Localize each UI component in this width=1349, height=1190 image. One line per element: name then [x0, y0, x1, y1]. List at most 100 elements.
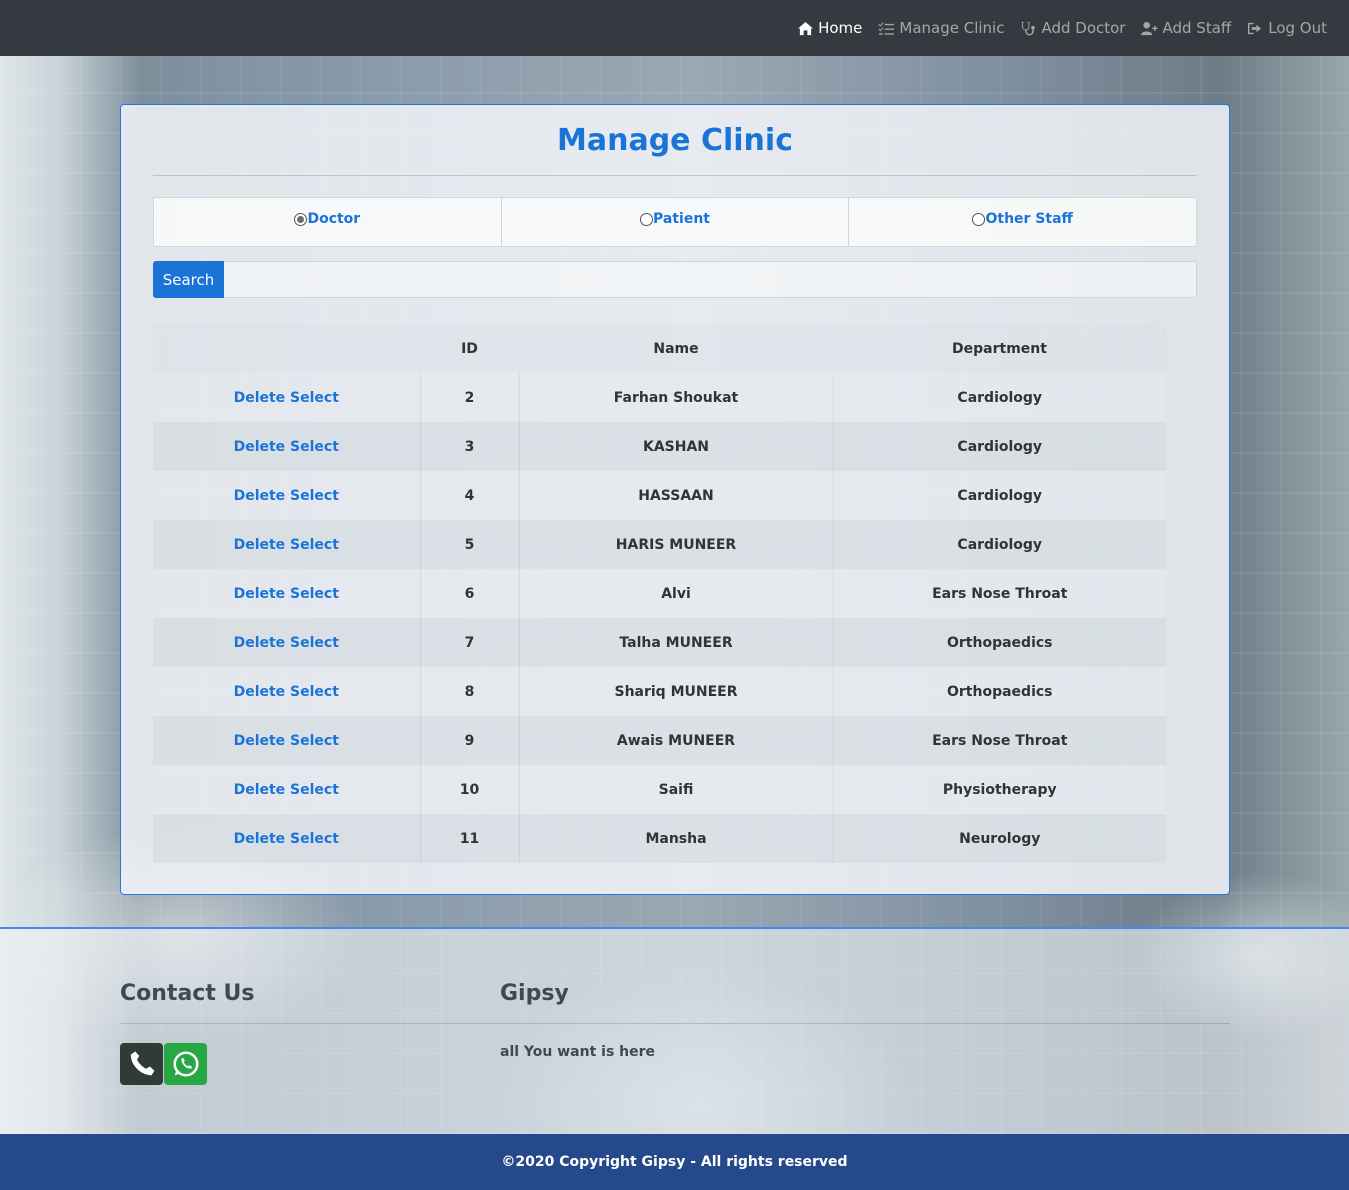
row-department: Physiotherapy	[833, 765, 1166, 814]
user-plus-icon	[1141, 21, 1158, 35]
row-id: 7	[420, 618, 520, 667]
row-name: Shariq MUNEER	[519, 667, 834, 716]
header-action	[153, 324, 420, 373]
search-input[interactable]	[224, 261, 1197, 298]
manage-clinic-card: Manage Clinic Doctor Patient Other Staff…	[120, 104, 1230, 895]
row-id: 4	[420, 471, 520, 520]
whatsapp-icon	[173, 1051, 198, 1077]
row-department: Ears Nose Throat	[833, 716, 1166, 765]
sign-out-icon	[1248, 22, 1262, 34]
brand-text: all You want is here	[500, 1044, 656, 1060]
radio-doctor[interactable]: Doctor	[154, 198, 502, 246]
header-name: Name	[519, 324, 833, 373]
header-id: ID	[420, 324, 519, 373]
nav-manage-clinic-label: Manage Clinic	[899, 19, 1005, 37]
radio-doctor-circle[interactable]	[294, 213, 308, 226]
row-department: Cardiology	[833, 422, 1166, 471]
table-row: Delete Select 3 KASHAN Cardiology	[153, 422, 1166, 471]
radio-other-staff[interactable]: Other Staff	[849, 198, 1196, 246]
search-bar: Search	[153, 261, 1197, 298]
header-department: Department	[833, 324, 1166, 373]
row-name: KASHAN	[519, 422, 834, 471]
row-name: Mansha	[519, 814, 834, 863]
row-name: Farhan Shoukat	[519, 373, 834, 422]
nav-home[interactable]: Home	[797, 19, 862, 37]
table-row: Delete Select 10 Saifi Physiotherapy	[153, 765, 1166, 814]
table-row: Delete Select 9 Awais MUNEER Ears Nose T…	[153, 716, 1166, 765]
row-department: Orthopaedics	[833, 667, 1166, 716]
table-row: Delete Select 8 Shariq MUNEER Orthopaedi…	[153, 667, 1166, 716]
whatsapp-button[interactable]	[164, 1043, 207, 1085]
nav-log-out-label: Log Out	[1268, 19, 1327, 37]
radio-patient-label: Patient	[653, 211, 710, 227]
delete-select-link[interactable]: Delete Select	[234, 635, 339, 651]
top-navbar: Home Manage Clinic Add Doctor Add Staff …	[0, 0, 1349, 56]
radio-patient[interactable]: Patient	[502, 198, 850, 246]
row-name: Awais MUNEER	[519, 716, 834, 765]
stethoscope-icon	[1022, 21, 1036, 36]
row-id: 2	[420, 373, 520, 422]
row-name: Talha MUNEER	[519, 618, 834, 667]
delete-select-link[interactable]: Delete Select	[234, 488, 339, 504]
table-row: Delete Select 5 HARIS MUNEER Cardiology	[153, 520, 1166, 569]
delete-select-link[interactable]: Delete Select	[234, 537, 339, 553]
row-id: 9	[420, 716, 520, 765]
copyright-bar: ©2020 Copyright Gipsy - All rights reser…	[0, 1134, 1349, 1190]
table-row: Delete Select 2 Farhan Shoukat Cardiolog…	[153, 373, 1166, 422]
nav-add-doctor-label: Add Doctor	[1041, 19, 1126, 37]
delete-select-link[interactable]: Delete Select	[234, 831, 339, 847]
page-title: Manage Clinic	[557, 123, 793, 158]
search-button[interactable]: Search	[153, 261, 224, 298]
doctor-table: ID Name Department Delete Select 2 Farha…	[153, 324, 1166, 863]
table-row: Delete Select 11 Mansha Neurology	[153, 814, 1166, 863]
nav-add-staff[interactable]: Add Staff	[1141, 19, 1231, 37]
list-check-icon	[878, 21, 895, 35]
nav-log-out[interactable]: Log Out	[1247, 19, 1327, 37]
row-department: Cardiology	[833, 373, 1166, 422]
row-department: Cardiology	[833, 471, 1166, 520]
phone-button[interactable]	[120, 1043, 163, 1085]
home-icon	[798, 21, 814, 35]
row-department: Ears Nose Throat	[833, 569, 1166, 618]
delete-select-link[interactable]: Delete Select	[234, 439, 339, 455]
radio-other-staff-circle[interactable]	[972, 213, 986, 226]
brand-heading: Gipsy	[500, 981, 569, 1006]
footer-divider	[120, 1023, 1230, 1024]
delete-select-link[interactable]: Delete Select	[234, 390, 339, 406]
delete-select-link[interactable]: Delete Select	[234, 733, 339, 749]
delete-select-link[interactable]: Delete Select	[234, 684, 339, 700]
row-id: 3	[420, 422, 520, 471]
row-name: HASSAAN	[519, 471, 834, 520]
row-id: 6	[420, 569, 520, 618]
row-department: Neurology	[833, 814, 1166, 863]
row-id: 5	[420, 520, 520, 569]
nav-home-label: Home	[818, 19, 863, 37]
phone-icon	[130, 1051, 154, 1076]
title-divider	[153, 175, 1197, 176]
row-name: Saifi	[519, 765, 834, 814]
copyright-text: ©2020 Copyright Gipsy - All rights reser…	[501, 1154, 848, 1170]
row-name: HARIS MUNEER	[519, 520, 834, 569]
table-row: Delete Select 4 HASSAAN Cardiology	[153, 471, 1166, 520]
radio-patient-circle[interactable]	[640, 213, 654, 226]
table-row: Delete Select 6 Alvi Ears Nose Throat	[153, 569, 1166, 618]
nav-add-doctor[interactable]: Add Doctor	[1020, 19, 1125, 37]
table-row: Delete Select 7 Talha MUNEER Orthopaedic…	[153, 618, 1166, 667]
category-radio-group: Doctor Patient Other Staff	[153, 197, 1197, 247]
row-name: Alvi	[519, 569, 834, 618]
radio-doctor-label: Doctor	[307, 211, 361, 227]
doctor-table-wrap: ID Name Department Delete Select 2 Farha…	[153, 324, 1166, 863]
row-department: Orthopaedics	[833, 618, 1166, 667]
row-department: Cardiology	[833, 520, 1166, 569]
delete-select-link[interactable]: Delete Select	[234, 586, 339, 602]
table-header-row: ID Name Department	[153, 324, 1166, 373]
nav-add-staff-label: Add Staff	[1162, 19, 1232, 37]
delete-select-link[interactable]: Delete Select	[234, 782, 339, 798]
row-id: 8	[420, 667, 520, 716]
row-id: 11	[420, 814, 520, 863]
contact-heading: Contact Us	[120, 981, 255, 1006]
footer: Contact Us Gipsy all You want is here	[0, 927, 1349, 1134]
radio-other-staff-label: Other Staff	[985, 211, 1073, 227]
row-id: 10	[420, 765, 520, 814]
nav-manage-clinic[interactable]: Manage Clinic	[878, 19, 1004, 37]
